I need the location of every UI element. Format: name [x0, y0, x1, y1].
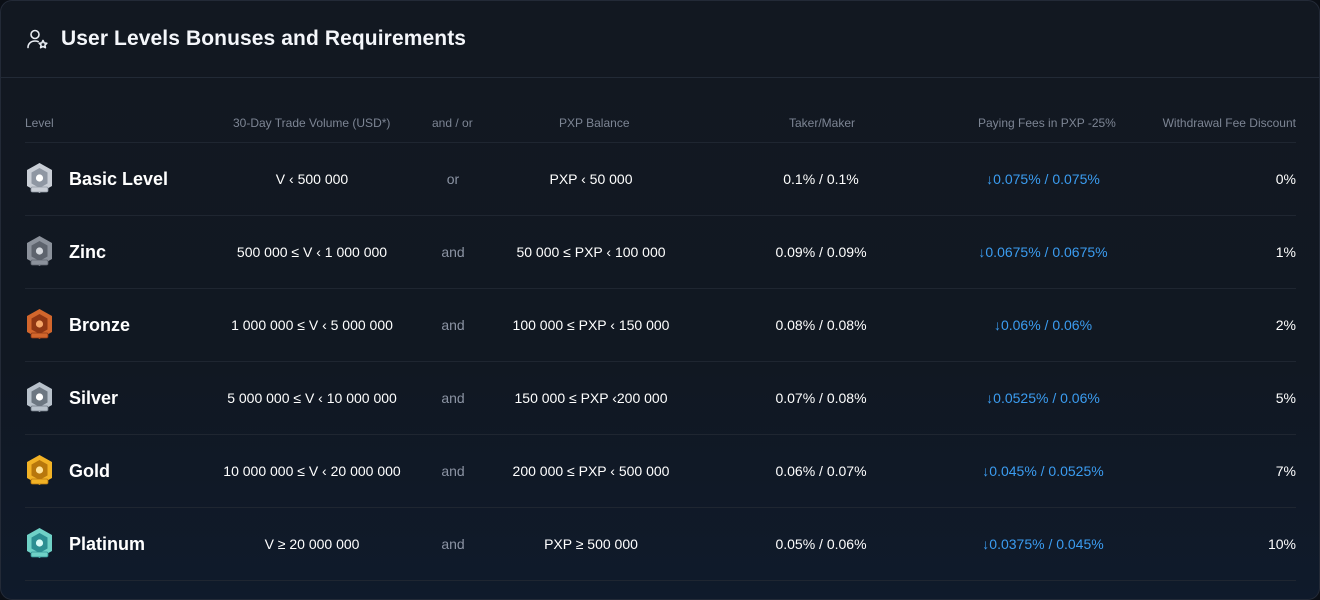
withdrawal-cell: 10%	[1267, 536, 1296, 552]
col-level: Level	[25, 116, 54, 130]
withdrawal-cell: 2%	[1275, 317, 1296, 333]
volume-cell: 1 000 000 ≤ V ‹ 5 000 000	[231, 317, 393, 333]
level-name: Zinc	[69, 241, 107, 262]
level-cell: Bronze	[25, 289, 215, 361]
taker-maker-cell: 0.1% / 0.1%	[783, 171, 859, 187]
taker-maker-cell: 0.07% / 0.08%	[775, 390, 867, 406]
table-row: Zinc 500 000 ≤ V ‹ 1 000 000 and 50 000 ≤ P…	[25, 216, 1296, 289]
andor-cell: and	[441, 536, 465, 552]
level-cell: Zinc	[25, 216, 215, 288]
pxp-cell: PXP ‹ 50 000	[549, 171, 633, 187]
fees-pxp-cell: ↓0.0375% / 0.045%	[982, 536, 1104, 552]
fees-pxp-cell: ↓0.075% / 0.075%	[986, 171, 1100, 187]
col-fees-pxp: Paying Fees in PXP -25%	[978, 116, 1116, 130]
withdrawal-cell: 7%	[1275, 463, 1296, 479]
taker-maker-cell: 0.08% / 0.08%	[775, 317, 867, 333]
level-cell: Silver	[25, 362, 215, 434]
fees-pxp-cell: ↓0.0675% / 0.0675%	[978, 244, 1108, 260]
basic-badge-icon	[27, 163, 52, 193]
level-name: Basic Level	[69, 168, 169, 189]
volume-cell: 10 000 000 ≤ V ‹ 20 000 000	[223, 463, 401, 479]
user-star-icon	[27, 29, 48, 49]
table-row: Silver 5 000 000 ≤ V ‹ 10 000 000 and 150 0…	[25, 362, 1296, 435]
table-row: Gold 10 000 000 ≤ V ‹ 20 000 000 and 200 00…	[25, 435, 1296, 508]
volume-cell: V ≥ 20 000 000	[264, 536, 360, 552]
volume-cell: 5 000 000 ≤ V ‹ 10 000 000	[227, 390, 397, 406]
table-body: Basic Level V ‹ 500 000 or PXP ‹ 50 000 0.1%…	[25, 143, 1296, 581]
fees-pxp-cell: ↓0.045% / 0.0525%	[982, 463, 1104, 479]
taker-maker-cell: 0.09% / 0.09%	[775, 244, 867, 260]
card-header: User Levels Bonuses and Requirements	[1, 1, 1319, 78]
table-row: Basic Level V ‹ 500 000 or PXP ‹ 50 000 0.1%…	[25, 143, 1296, 216]
taker-maker-cell: 0.06% / 0.07%	[775, 463, 867, 479]
level-name: Silver	[69, 387, 119, 408]
andor-cell: or	[446, 171, 460, 187]
col-pxp: PXP Balance	[559, 116, 630, 130]
table-row: Bronze 1 000 000 ≤ V ‹ 5 000 000 and 100 00…	[25, 289, 1296, 362]
withdrawal-cell: 1%	[1275, 244, 1296, 260]
volume-cell: 500 000 ≤ V ‹ 1 000 000	[236, 244, 388, 260]
level-cell: Platinum	[25, 508, 215, 580]
table-row: Platinum V ≥ 20 000 000 and PXP ≥ 500 000 0.…	[25, 508, 1296, 581]
pxp-cell: 150 000 ≤ PXP ‹200 000	[514, 390, 668, 406]
andor-cell: and	[441, 317, 465, 333]
gold-badge-icon	[27, 455, 52, 485]
silver-badge-icon	[27, 382, 52, 412]
level-name: Platinum	[69, 533, 146, 554]
bronze-badge-icon	[27, 309, 52, 339]
levels-table: Level 30-Day Trade Volume (USD*) and / o…	[25, 101, 1296, 581]
andor-cell: and	[441, 390, 465, 406]
volume-cell: V ‹ 500 000	[275, 171, 349, 187]
pxp-cell: 200 000 ≤ PXP ‹ 500 000	[512, 463, 670, 479]
level-cell: Gold	[25, 435, 215, 507]
level-name: Gold	[69, 460, 110, 481]
andor-cell: and	[441, 463, 465, 479]
page-title: User Levels Bonuses and Requirements	[61, 27, 467, 50]
andor-cell: and	[441, 244, 465, 260]
pxp-cell: PXP ≥ 500 000	[544, 536, 638, 552]
col-andor: and / or	[432, 116, 473, 130]
withdrawal-cell: 0%	[1275, 171, 1296, 187]
pxp-cell: 100 000 ≤ PXP ‹ 150 000	[512, 317, 670, 333]
level-cell: Basic Level	[25, 143, 215, 215]
withdrawal-cell: 5%	[1275, 390, 1296, 406]
zinc-badge-icon	[27, 236, 52, 266]
col-taker-maker: Taker/Maker	[789, 116, 856, 130]
levels-card: User Levels Bonuses and Requirements Lev…	[0, 0, 1320, 600]
platinum-badge-icon	[27, 528, 52, 558]
col-withdrawal: Withdrawal Fee Discount	[1162, 116, 1296, 130]
taker-maker-cell: 0.05% / 0.06%	[775, 536, 867, 552]
fees-pxp-cell: ↓0.0525% / 0.06%	[986, 390, 1100, 406]
level-name: Bronze	[69, 314, 131, 335]
col-volume: 30-Day Trade Volume (USD*)	[233, 116, 391, 130]
pxp-cell: 50 000 ≤ PXP ‹ 100 000	[516, 244, 666, 260]
fees-pxp-cell: ↓0.06% / 0.06%	[993, 317, 1093, 333]
table-header: Level 30-Day Trade Volume (USD*) and / o…	[25, 101, 1296, 143]
